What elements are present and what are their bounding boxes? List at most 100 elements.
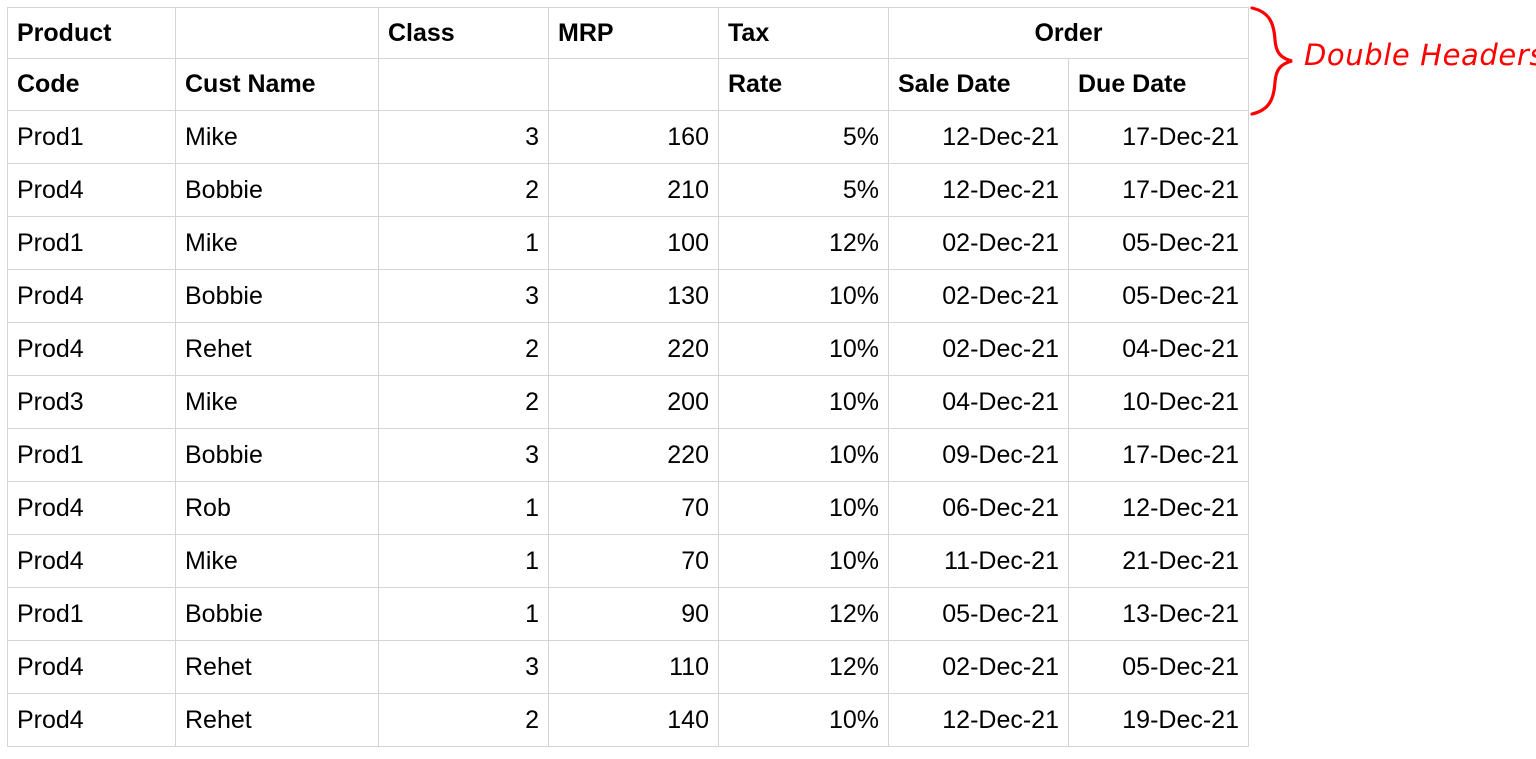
cell-cust-name[interactable]: Mike xyxy=(175,216,379,270)
cell-sale-date[interactable]: 12-Dec-21 xyxy=(888,110,1069,164)
cell-cust-name[interactable]: Bobbie xyxy=(175,163,379,217)
cell-rate[interactable]: 10% xyxy=(718,428,889,482)
cell-due-date[interactable]: 04-Dec-21 xyxy=(1068,322,1249,376)
cell-cust-name[interactable]: Mike xyxy=(175,534,379,588)
cell-rate[interactable]: 10% xyxy=(718,375,889,429)
cell-cust-name[interactable]: Rehet xyxy=(175,693,379,747)
cell-rate[interactable]: 5% xyxy=(718,163,889,217)
cell-mrp[interactable]: 210 xyxy=(548,163,719,217)
cell-mrp[interactable]: 200 xyxy=(548,375,719,429)
cell-due-date[interactable]: 05-Dec-21 xyxy=(1068,216,1249,270)
header-cell-order[interactable]: Order xyxy=(888,7,1249,59)
cell-due-date[interactable]: 05-Dec-21 xyxy=(1068,269,1249,323)
cell-sale-date[interactable]: 12-Dec-21 xyxy=(888,163,1069,217)
cell-code[interactable]: Prod4 xyxy=(7,163,176,217)
cell-code[interactable]: Prod4 xyxy=(7,322,176,376)
cell-due-date[interactable]: 13-Dec-21 xyxy=(1068,587,1249,641)
cell-sale-date[interactable]: 11-Dec-21 xyxy=(888,534,1069,588)
cell-class[interactable]: 3 xyxy=(378,640,549,694)
cell-sale-date[interactable]: 06-Dec-21 xyxy=(888,481,1069,535)
cell-due-date[interactable]: 17-Dec-21 xyxy=(1068,110,1249,164)
cell-due-date[interactable]: 21-Dec-21 xyxy=(1068,534,1249,588)
cell-rate[interactable]: 10% xyxy=(718,693,889,747)
cell-mrp[interactable]: 160 xyxy=(548,110,719,164)
cell-cust-name[interactable]: Mike xyxy=(175,375,379,429)
header-cell-sale-date[interactable]: Sale Date xyxy=(888,58,1069,111)
cell-due-date[interactable]: 19-Dec-21 xyxy=(1068,693,1249,747)
cell-mrp[interactable]: 220 xyxy=(548,322,719,376)
cell-code[interactable]: Prod4 xyxy=(7,693,176,747)
cell-class[interactable]: 3 xyxy=(378,428,549,482)
header-cell-blank-1[interactable] xyxy=(175,7,379,59)
cell-sale-date[interactable]: 02-Dec-21 xyxy=(888,216,1069,270)
cell-sale-date[interactable]: 05-Dec-21 xyxy=(888,587,1069,641)
cell-code[interactable]: Prod3 xyxy=(7,375,176,429)
cell-class[interactable]: 3 xyxy=(378,110,549,164)
cell-rate[interactable]: 12% xyxy=(718,640,889,694)
cell-mrp[interactable]: 90 xyxy=(548,587,719,641)
cell-cust-name[interactable]: Rob xyxy=(175,481,379,535)
cell-due-date[interactable]: 12-Dec-21 xyxy=(1068,481,1249,535)
cell-class[interactable]: 2 xyxy=(378,693,549,747)
header-cell-tax[interactable]: Tax xyxy=(718,7,889,59)
cell-sale-date[interactable]: 02-Dec-21 xyxy=(888,640,1069,694)
cell-sale-date[interactable]: 02-Dec-21 xyxy=(888,269,1069,323)
cell-mrp[interactable]: 110 xyxy=(548,640,719,694)
cell-code[interactable]: Prod1 xyxy=(7,216,176,270)
cell-class[interactable]: 2 xyxy=(378,375,549,429)
cell-code[interactable]: Prod1 xyxy=(7,587,176,641)
cell-due-date[interactable]: 10-Dec-21 xyxy=(1068,375,1249,429)
cell-rate[interactable]: 10% xyxy=(718,269,889,323)
cell-class[interactable]: 3 xyxy=(378,269,549,323)
cell-code[interactable]: Prod1 xyxy=(7,428,176,482)
cell-due-date[interactable]: 17-Dec-21 xyxy=(1068,163,1249,217)
header-cell-cust-name[interactable]: Cust Name xyxy=(175,58,379,111)
cell-rate[interactable]: 10% xyxy=(718,534,889,588)
cell-class[interactable]: 2 xyxy=(378,322,549,376)
header-cell-mrp[interactable]: MRP xyxy=(548,7,719,59)
cell-rate[interactable]: 12% xyxy=(718,587,889,641)
cell-code[interactable]: Prod4 xyxy=(7,534,176,588)
cell-sale-date[interactable]: 09-Dec-21 xyxy=(888,428,1069,482)
header-cell-due-date[interactable]: Due Date xyxy=(1068,58,1249,111)
cell-sale-date[interactable]: 12-Dec-21 xyxy=(888,693,1069,747)
cell-mrp[interactable]: 70 xyxy=(548,481,719,535)
header-cell-code[interactable]: Code xyxy=(7,58,176,111)
cell-rate[interactable]: 5% xyxy=(718,110,889,164)
cell-class[interactable]: 1 xyxy=(378,216,549,270)
header-cell-class[interactable]: Class xyxy=(378,7,549,59)
cell-rate[interactable]: 10% xyxy=(718,322,889,376)
header-cell-rate[interactable]: Rate xyxy=(718,58,889,111)
cell-class[interactable]: 2 xyxy=(378,163,549,217)
header-cell-blank-3[interactable] xyxy=(548,58,719,111)
cell-class[interactable]: 1 xyxy=(378,534,549,588)
cell-mrp[interactable]: 70 xyxy=(548,534,719,588)
cell-cust-name[interactable]: Bobbie xyxy=(175,269,379,323)
cell-code[interactable]: Prod4 xyxy=(7,640,176,694)
cell-rate[interactable]: 10% xyxy=(718,481,889,535)
cell-mrp[interactable]: 220 xyxy=(548,428,719,482)
cell-code[interactable]: Prod1 xyxy=(7,110,176,164)
cell-code[interactable]: Prod4 xyxy=(7,269,176,323)
cell-mrp[interactable]: 100 xyxy=(548,216,719,270)
cell-mrp[interactable]: 140 xyxy=(548,693,719,747)
cell-cust-name[interactable]: Bobbie xyxy=(175,587,379,641)
cell-class[interactable]: 1 xyxy=(378,587,549,641)
header-cell-blank-2[interactable] xyxy=(378,58,549,111)
cell-sale-date[interactable]: 04-Dec-21 xyxy=(888,375,1069,429)
cell-cust-name[interactable]: Bobbie xyxy=(175,428,379,482)
cell-due-date[interactable]: 05-Dec-21 xyxy=(1068,640,1249,694)
header-cell-product[interactable]: Product xyxy=(7,7,176,59)
table-row: Prod1 Bobbie 3 220 10% 09-Dec-21 17-Dec-21 xyxy=(7,428,1249,482)
cell-due-date[interactable]: 17-Dec-21 xyxy=(1068,428,1249,482)
table-row: Prod4 Rehet 3 110 12% 02-Dec-21 05-Dec-21 xyxy=(7,640,1249,694)
cell-cust-name[interactable]: Rehet xyxy=(175,640,379,694)
cell-class[interactable]: 1 xyxy=(378,481,549,535)
cell-sale-date[interactable]: 02-Dec-21 xyxy=(888,322,1069,376)
cell-code[interactable]: Prod4 xyxy=(7,481,176,535)
cell-mrp[interactable]: 130 xyxy=(548,269,719,323)
table-row: Prod4 Bobbie 3 130 10% 02-Dec-21 05-Dec-21 xyxy=(7,269,1249,323)
cell-cust-name[interactable]: Mike xyxy=(175,110,379,164)
cell-rate[interactable]: 12% xyxy=(718,216,889,270)
cell-cust-name[interactable]: Rehet xyxy=(175,322,379,376)
